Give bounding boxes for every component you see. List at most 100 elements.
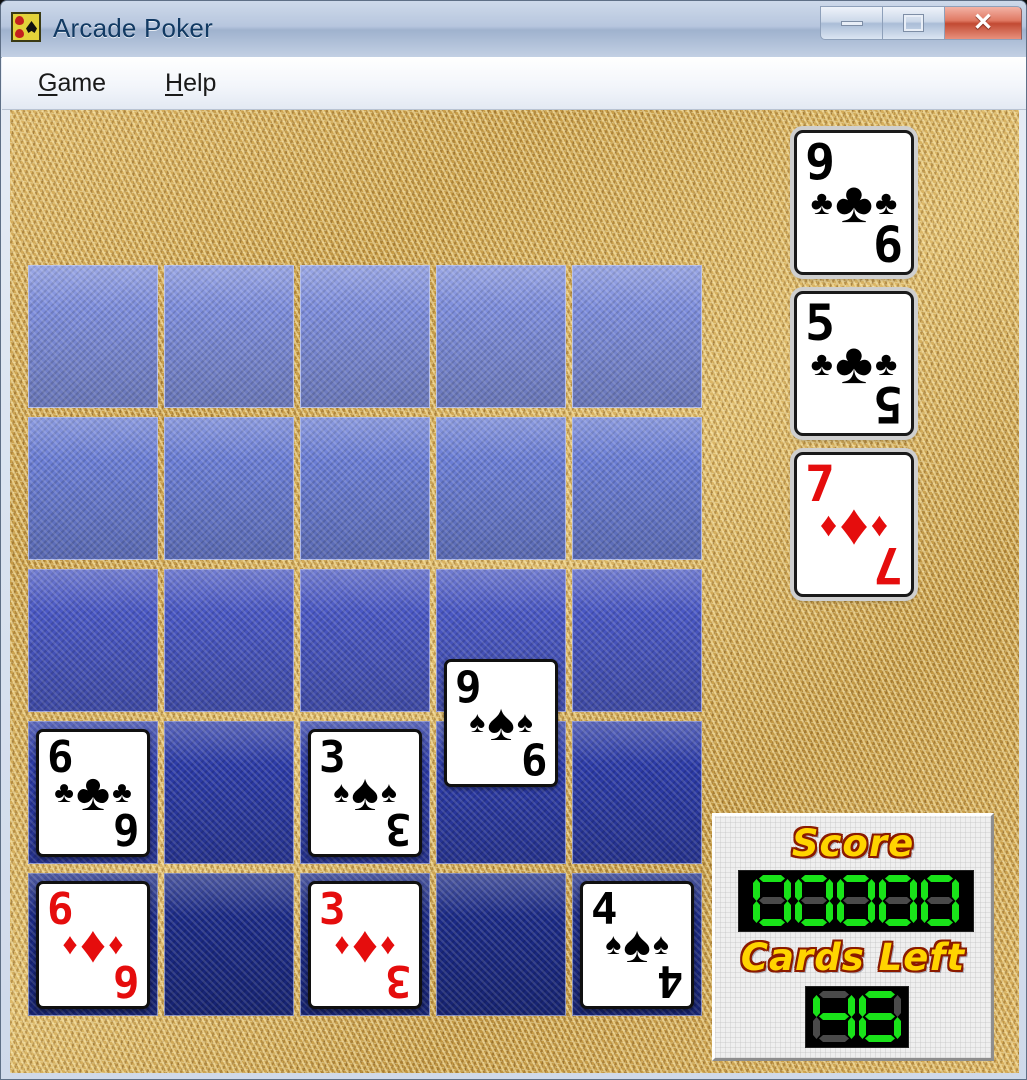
score-panel: Score Cards Left: [712, 813, 994, 1061]
segment-f: [837, 879, 844, 901]
segment-c: [894, 1017, 901, 1039]
grid-cell-r3c5[interactable]: [572, 569, 702, 712]
menu-item-help[interactable]: Help: [157, 64, 224, 102]
segment-c: [868, 901, 875, 923]
segment-d: [843, 919, 869, 926]
grid-cell-r2c1[interactable]: [28, 417, 158, 560]
segment-b: [826, 879, 833, 901]
card-back: [300, 417, 430, 560]
segment-c: [952, 901, 959, 923]
suit-pip-small: ♦: [334, 927, 350, 961]
grid-cell-r1c3[interactable]: [300, 265, 430, 408]
window-controls: ✕: [820, 6, 1022, 42]
score-digit-5: [920, 875, 960, 927]
suit-pip-large: ♣: [75, 763, 111, 822]
maximize-button[interactable]: [882, 6, 944, 40]
card-back: [436, 417, 566, 560]
segment-d: [885, 919, 911, 926]
segment-c: [910, 901, 917, 923]
card-back: [164, 873, 294, 1016]
segment-g: [927, 897, 953, 904]
menu-bar: Game Help: [2, 57, 1026, 110]
segment-d: [819, 1035, 849, 1042]
card-back: [164, 721, 294, 864]
segment-f: [879, 879, 886, 901]
card-back: [436, 265, 566, 408]
card-rank-inverted: 7: [874, 536, 903, 594]
grid-cell-r3c1[interactable]: [28, 569, 158, 712]
segment-f: [859, 995, 866, 1017]
window-title: Arcade Poker: [53, 13, 213, 43]
card-face-6-diamonds[interactable]: 6 ♦ ♦ ♦ 6: [36, 880, 150, 1009]
segment-c: [826, 901, 833, 923]
grid-cell-r3c2[interactable]: [164, 569, 294, 712]
segment-b: [894, 995, 901, 1017]
grid-cell-r2c2[interactable]: [164, 417, 294, 560]
segment-g: [819, 1013, 849, 1020]
title-bar[interactable]: Arcade Poker ✕: [1, 1, 1026, 58]
card-rank-inverted: 6: [114, 954, 140, 1006]
segment-g: [801, 897, 827, 904]
card-back: [164, 569, 294, 712]
grid-cell-r2c3[interactable]: [300, 417, 430, 560]
card-face-9-spades[interactable]: 9 ♠ ♠ ♠ 9: [444, 658, 558, 787]
segment-g: [865, 1013, 895, 1020]
suit-pip-small: ♦: [819, 505, 838, 544]
grid-cell-r4c2[interactable]: [164, 721, 294, 864]
score-digit-1: [752, 875, 792, 927]
menu-item-game[interactable]: Game: [30, 64, 114, 102]
card-back: [300, 265, 430, 408]
grid-cell-r2c4[interactable]: [436, 417, 566, 560]
segment-d: [927, 919, 953, 926]
suit-pip-large: ♣: [834, 169, 874, 235]
grid-cell-r1c1[interactable]: [28, 265, 158, 408]
card-back: [572, 569, 702, 712]
menu-item-game-mnemonic: G: [38, 69, 58, 97]
card-face-3-spades[interactable]: 3 ♠ ♠ ♠ 3: [308, 728, 422, 857]
minimize-button[interactable]: [820, 6, 882, 40]
score-digit-4: [878, 875, 918, 927]
suit-pip-small: ♦: [62, 927, 78, 961]
segment-e: [837, 901, 844, 923]
waiting-card-3-7-diamonds[interactable]: 7 ♦ ♦ ♦ 7: [794, 452, 914, 597]
waiting-card-2-5-clubs[interactable]: 5 ♣ ♣ ♣ 5: [794, 291, 914, 436]
cards-left-label: Cards Left: [740, 936, 966, 979]
card-rank-inverted: 9: [522, 732, 548, 784]
suit-pip-large: ♣: [834, 330, 874, 396]
waiting-card-1-9-clubs[interactable]: 9 ♣ ♣ ♣ 9: [794, 130, 914, 275]
grid-cell-r2c5[interactable]: [572, 417, 702, 560]
card-face-6-clubs[interactable]: 6 ♣ ♣ ♣ 6: [36, 728, 150, 857]
segment-d: [801, 919, 827, 926]
card-back: [28, 569, 158, 712]
card-rank-inverted: 3: [386, 802, 412, 854]
suit-pip-small: ♣: [810, 344, 833, 383]
segment-e: [753, 901, 760, 923]
menu-item-help-rest: elp: [183, 69, 217, 97]
segment-e: [921, 901, 928, 923]
grid-cell-r5c4[interactable]: [436, 873, 566, 1016]
segment-b: [910, 879, 917, 901]
card-back: [300, 569, 430, 712]
suit-pip-large: ♦: [351, 915, 379, 974]
card-face-3-diamonds[interactable]: 3 ♦ ♦ ♦ 3: [308, 880, 422, 1009]
segment-b: [848, 995, 855, 1017]
suit-pip-small: ♠: [605, 927, 622, 961]
card-face-4-spades[interactable]: 4 ♠ ♠ ♠ 4: [580, 880, 694, 1009]
segment-g: [843, 897, 869, 904]
grid-cell-r3c3[interactable]: [300, 569, 430, 712]
segment-c: [784, 901, 791, 923]
segment-e: [795, 901, 802, 923]
suit-pip-large: ♠: [487, 693, 515, 752]
card-back: [28, 265, 158, 408]
segment-g: [759, 897, 785, 904]
segment-e: [879, 901, 886, 923]
grid-cell-r4c5[interactable]: [572, 721, 702, 864]
suit-pip-small: ♠: [333, 775, 350, 809]
segment-a: [759, 875, 785, 882]
close-button[interactable]: ✕: [944, 6, 1022, 40]
segment-d: [759, 919, 785, 926]
grid-cell-r5c2[interactable]: [164, 873, 294, 1016]
grid-cell-r1c4[interactable]: [436, 265, 566, 408]
grid-cell-r1c5[interactable]: [572, 265, 702, 408]
grid-cell-r1c2[interactable]: [164, 265, 294, 408]
